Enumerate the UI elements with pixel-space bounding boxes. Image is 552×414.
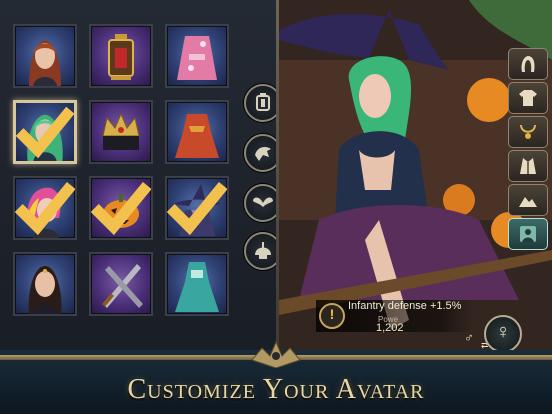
wings-icon (253, 197, 273, 207)
equipped-check-icon (16, 106, 74, 159)
shirt-icon (519, 90, 537, 106)
category-accessory-button[interactable] (508, 116, 548, 148)
helmet-icon (255, 242, 271, 259)
equipped-check-icon (167, 181, 227, 236)
avatar-tile-lantern-frame[interactable] (89, 24, 153, 88)
crest-ornament-icon (251, 340, 301, 368)
avatar-tile-teal-gown-outfit[interactable] (165, 252, 229, 316)
female-icon: ♀ (495, 321, 511, 343)
avatar-tile-red-dress-outfit[interactable] (165, 100, 229, 164)
power-value: 1,202 (376, 322, 404, 334)
category-top-button[interactable] (508, 82, 548, 114)
avatar-tile-crown-frame[interactable] (89, 100, 153, 164)
category-hair-button[interactable] (508, 48, 548, 80)
avatar-tile-swords-frame[interactable] (89, 252, 153, 316)
category-background-button[interactable] (508, 184, 548, 216)
avatar-tile-witch-outfit[interactable] (165, 176, 229, 240)
teal-gown-outfit-image (175, 262, 219, 312)
necklace-icon (520, 124, 536, 139)
hair-icon (521, 56, 535, 72)
portrait-icon (520, 226, 536, 242)
equipped-check-icon (15, 181, 75, 236)
landscape-icon (519, 197, 537, 207)
portrait-dark-hair-image (28, 266, 62, 314)
info-icon[interactable]: ! (319, 303, 345, 329)
avatar-tile-portrait-redhead[interactable] (13, 24, 77, 88)
avatar-grid (13, 24, 235, 320)
jacket-icon (520, 158, 536, 174)
category-portrait-button[interactable] (508, 218, 548, 250)
info-icon-glyph: ! (329, 306, 335, 322)
banner-title: Customize Your Avatar (127, 374, 425, 405)
avatar-tile-pumpkin-frame[interactable] (89, 176, 153, 240)
category-outfit-button[interactable] (508, 150, 548, 182)
avatar-panel (0, 0, 282, 350)
crown-frame-image (102, 112, 140, 150)
avatar-tile-portrait-green-hair[interactable] (13, 100, 77, 164)
gender-toggle-button[interactable]: ♀ (484, 315, 522, 353)
portrait-redhead-image (29, 40, 61, 86)
equipped-check-icon (91, 181, 151, 236)
swords-frame-image (101, 264, 143, 308)
avatar-tile-pink-kimono-outfit[interactable] (165, 24, 229, 88)
buff-text: Infantry defense +1.5% (348, 300, 462, 312)
avatar-tile-portrait-dark-hair[interactable] (13, 252, 77, 316)
pink-kimono-outfit-image (177, 36, 217, 80)
avatar-tile-portrait-pink-hair[interactable] (13, 176, 77, 240)
male-icon[interactable]: ♂ (464, 330, 474, 345)
lantern-frame-image (108, 34, 134, 80)
lantern-icon (256, 93, 270, 111)
red-dress-outfit-image (175, 114, 219, 158)
eagle-icon (255, 147, 271, 161)
